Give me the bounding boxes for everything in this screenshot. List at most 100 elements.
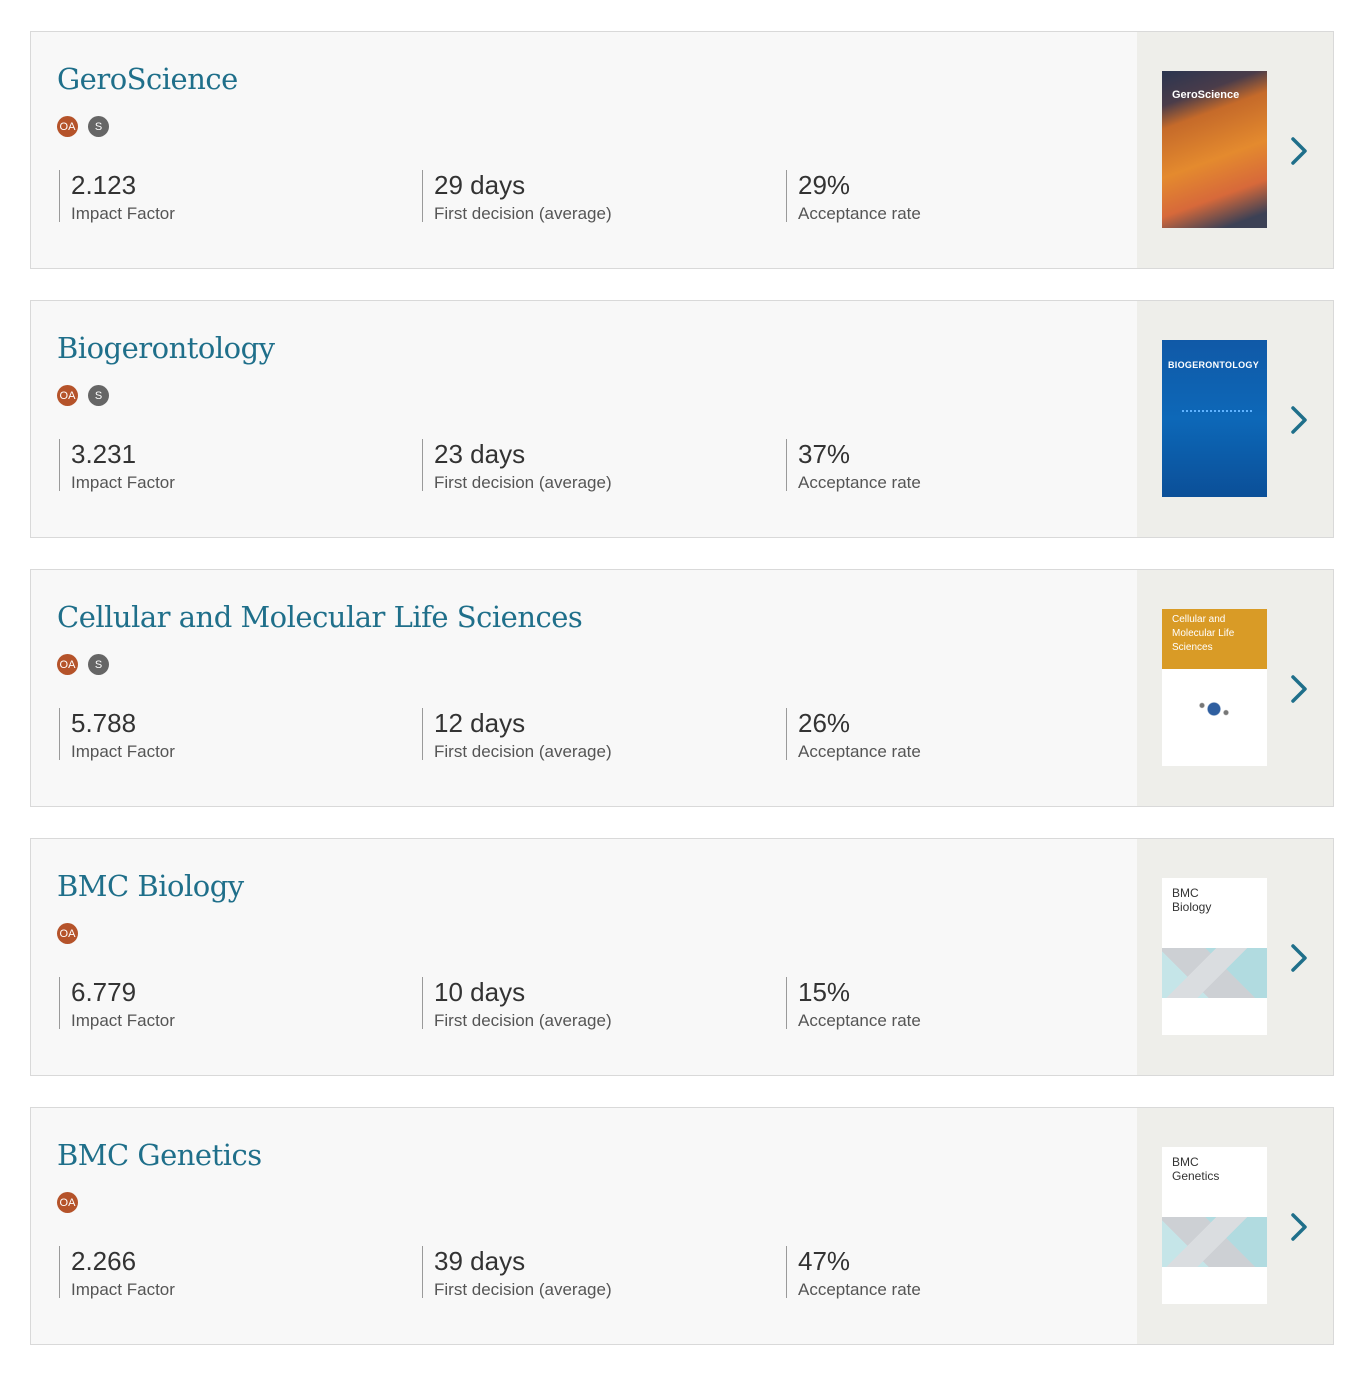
- open-access-badge: OA: [57, 385, 78, 406]
- journal-badges: OA: [57, 1192, 78, 1213]
- journal-cover-image[interactable]: GeroScience: [1162, 71, 1267, 228]
- acceptance-rate-label: Acceptance rate: [798, 1011, 921, 1030]
- cover-title: Cellular and Molecular Life Sciences: [1172, 614, 1235, 653]
- journal-metrics: 3.231 Impact Factor 23 days First decisi…: [59, 439, 1136, 492]
- first-decision-value: 39 days: [434, 1246, 526, 1276]
- journal-metrics: 2.123 Impact Factor 29 days First decisi…: [59, 170, 1136, 223]
- cover-illustration: [1184, 691, 1244, 727]
- acceptance-rate-metric: 37% Acceptance rate: [786, 439, 921, 492]
- subscription-badge: S: [88, 654, 109, 675]
- journal-cover-image[interactable]: BMC Genetics: [1162, 1147, 1267, 1304]
- first-decision-label: First decision (average): [434, 1011, 612, 1030]
- acceptance-rate-value: 37%: [798, 439, 851, 469]
- cover-title: BMC Genetics: [1172, 1155, 1220, 1183]
- chevron-right-icon[interactable]: [1286, 134, 1312, 168]
- cover-title: BIOGERONTOLOGY: [1168, 360, 1260, 370]
- journal-card-biogerontology[interactable]: Biogerontology OA S 3.231 Impact Factor …: [30, 300, 1334, 538]
- acceptance-rate-value: 26%: [798, 708, 851, 738]
- journal-title[interactable]: Cellular and Molecular Life Sciences: [57, 600, 583, 634]
- journal-title[interactable]: GeroScience: [57, 62, 238, 96]
- impact-factor-value: 3.231: [71, 439, 137, 469]
- acceptance-rate-label: Acceptance rate: [798, 204, 921, 223]
- cover-title: GeroScience: [1172, 89, 1240, 101]
- impact-factor-metric: 2.123 Impact Factor: [59, 170, 175, 223]
- journal-card-side: BIOGERONTOLOGY: [1137, 301, 1333, 537]
- cover-decoration: [1162, 948, 1267, 998]
- impact-factor-value: 2.123: [71, 170, 137, 200]
- open-access-badge: OA: [57, 116, 78, 137]
- cover-decoration: [1182, 410, 1252, 420]
- journal-card-main: Biogerontology OA S 3.231 Impact Factor …: [31, 301, 1136, 537]
- cover-title: BMC Biology: [1172, 886, 1212, 914]
- impact-factor-label: Impact Factor: [71, 473, 175, 492]
- journal-badges: OA: [57, 923, 78, 944]
- first-decision-metric: 29 days First decision (average): [422, 170, 612, 223]
- chevron-right-icon[interactable]: [1286, 1210, 1312, 1244]
- journal-cover-image[interactable]: BMC Biology: [1162, 878, 1267, 1035]
- first-decision-metric: 10 days First decision (average): [422, 977, 612, 1030]
- journal-card-side: GeroScience: [1137, 32, 1333, 268]
- acceptance-rate-value: 15%: [798, 977, 851, 1007]
- first-decision-label: First decision (average): [434, 473, 612, 492]
- impact-factor-metric: 3.231 Impact Factor: [59, 439, 175, 492]
- cover-decoration: [1162, 1217, 1267, 1267]
- first-decision-metric: 39 days First decision (average): [422, 1246, 612, 1299]
- journal-metrics: 5.788 Impact Factor 12 days First decisi…: [59, 708, 1136, 761]
- journal-card-main: Cellular and Molecular Life Sciences OA …: [31, 570, 1136, 806]
- journal-title[interactable]: BMC Genetics: [57, 1138, 262, 1172]
- journal-cover-image[interactable]: BIOGERONTOLOGY: [1162, 340, 1267, 497]
- first-decision-value: 29 days: [434, 170, 526, 200]
- impact-factor-metric: 2.266 Impact Factor: [59, 1246, 175, 1299]
- acceptance-rate-value: 29%: [798, 170, 851, 200]
- journal-card-main: GeroScience OA S 2.123 Impact Factor 29 …: [31, 32, 1136, 268]
- acceptance-rate-value: 47%: [798, 1246, 851, 1276]
- impact-factor-label: Impact Factor: [71, 742, 175, 761]
- first-decision-metric: 12 days First decision (average): [422, 708, 612, 761]
- journal-card-bmc-biology[interactable]: BMC Biology OA 6.779 Impact Factor 10 da…: [30, 838, 1334, 1076]
- chevron-right-icon[interactable]: [1286, 672, 1312, 706]
- first-decision-label: First decision (average): [434, 1280, 612, 1299]
- journal-cover-image[interactable]: Cellular and Molecular Life Sciences: [1162, 609, 1267, 766]
- acceptance-rate-label: Acceptance rate: [798, 742, 921, 761]
- journal-title[interactable]: BMC Biology: [57, 869, 244, 903]
- first-decision-value: 23 days: [434, 439, 526, 469]
- journal-badges: OA S: [57, 654, 109, 675]
- journal-metrics: 6.779 Impact Factor 10 days First decisi…: [59, 977, 1136, 1030]
- journal-card-side: BMC Biology: [1137, 839, 1333, 1075]
- open-access-badge: OA: [57, 1192, 78, 1213]
- chevron-right-icon[interactable]: [1286, 403, 1312, 437]
- impact-factor-value: 2.266: [71, 1246, 137, 1276]
- journal-card-geroscience[interactable]: GeroScience OA S 2.123 Impact Factor 29 …: [30, 31, 1334, 269]
- journal-badges: OA S: [57, 385, 109, 406]
- journal-card-side: BMC Genetics: [1137, 1108, 1333, 1344]
- acceptance-rate-label: Acceptance rate: [798, 1280, 921, 1299]
- journal-badges: OA S: [57, 116, 109, 137]
- journal-card-cmls[interactable]: Cellular and Molecular Life Sciences OA …: [30, 569, 1334, 807]
- chevron-right-icon[interactable]: [1286, 941, 1312, 975]
- first-decision-label: First decision (average): [434, 204, 612, 223]
- journal-card-main: BMC Genetics OA 2.266 Impact Factor 39 d…: [31, 1108, 1136, 1344]
- acceptance-rate-metric: 29% Acceptance rate: [786, 170, 921, 223]
- first-decision-value: 12 days: [434, 708, 526, 738]
- impact-factor-metric: 6.779 Impact Factor: [59, 977, 175, 1030]
- impact-factor-label: Impact Factor: [71, 1011, 175, 1030]
- journal-card-main: BMC Biology OA 6.779 Impact Factor 10 da…: [31, 839, 1136, 1075]
- first-decision-metric: 23 days First decision (average): [422, 439, 612, 492]
- impact-factor-label: Impact Factor: [71, 204, 175, 223]
- impact-factor-metric: 5.788 Impact Factor: [59, 708, 175, 761]
- first-decision-value: 10 days: [434, 977, 526, 1007]
- impact-factor-value: 6.779: [71, 977, 137, 1007]
- journal-card-side: Cellular and Molecular Life Sciences: [1137, 570, 1333, 806]
- impact-factor-label: Impact Factor: [71, 1280, 175, 1299]
- journal-list: GeroScience OA S 2.123 Impact Factor 29 …: [30, 31, 1334, 1376]
- subscription-badge: S: [88, 116, 109, 137]
- journal-card-bmc-genetics[interactable]: BMC Genetics OA 2.266 Impact Factor 39 d…: [30, 1107, 1334, 1345]
- acceptance-rate-metric: 15% Acceptance rate: [786, 977, 921, 1030]
- journal-metrics: 2.266 Impact Factor 39 days First decisi…: [59, 1246, 1136, 1299]
- acceptance-rate-label: Acceptance rate: [798, 473, 921, 492]
- journal-title[interactable]: Biogerontology: [57, 331, 275, 365]
- open-access-badge: OA: [57, 923, 78, 944]
- impact-factor-value: 5.788: [71, 708, 137, 738]
- subscription-badge: S: [88, 385, 109, 406]
- acceptance-rate-metric: 26% Acceptance rate: [786, 708, 921, 761]
